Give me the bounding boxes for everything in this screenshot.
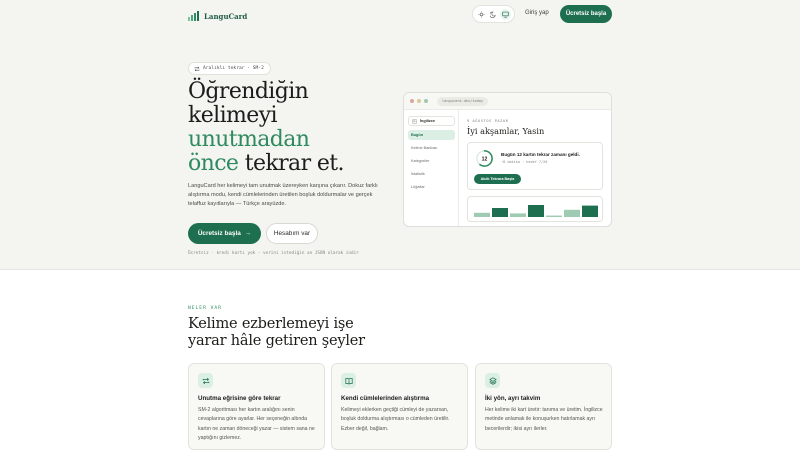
sun-icon[interactable] bbox=[476, 9, 487, 20]
hero-description: LanguCard her kelimeyi tam unutmak üzere… bbox=[188, 183, 378, 207]
brand-logo[interactable]: LanguCard bbox=[188, 9, 247, 23]
preview-menu-today: Bugün bbox=[408, 130, 455, 140]
feature-card-spaced-repetition: Unutma eğrisine göre tekrar SM-2 algorit… bbox=[188, 363, 325, 450]
repeat-icon bbox=[198, 373, 213, 388]
feature-title: Unutma eğrisine göre tekrar bbox=[198, 395, 281, 402]
deck-selector: E İngilizce bbox=[408, 116, 455, 126]
layers-icon bbox=[485, 373, 500, 388]
feature-pill: Aralıklı tekrar · SM-2 bbox=[188, 62, 271, 75]
due-progress-ring: 12 bbox=[475, 149, 494, 168]
preview-window-bar: langucard.dev/today bbox=[404, 93, 611, 110]
features-eyebrow: NELER VAR bbox=[188, 306, 222, 311]
book-icon bbox=[341, 373, 356, 388]
preview-main: 9 AĞUSTOS PAZAR İyi akşamlar, Yasin 12 B… bbox=[467, 110, 607, 226]
hero-title: Öğrendiğin kelimeyi unutmadan önce tekra… bbox=[188, 80, 418, 176]
features-title-line-2: yarar hâle getiren şeyler bbox=[188, 333, 365, 349]
hero-title-line-2: kelimeyi bbox=[188, 103, 278, 128]
preview-menu-stats: İstatistik bbox=[411, 172, 425, 176]
start-free-label: Ücretsiz başla bbox=[197, 230, 241, 237]
preview-url: langucard.dev/today bbox=[437, 96, 489, 106]
feature-card-own-sentences: Kendi cümlelerinden alıştırma Kelimeyi e… bbox=[331, 363, 468, 450]
window-dot-icon bbox=[410, 99, 414, 103]
hero-title-tail: tekrar et. bbox=[238, 151, 345, 176]
hero-title-line-4: önce bbox=[188, 151, 239, 176]
window-dot-icon bbox=[424, 99, 428, 103]
activity-bar bbox=[546, 215, 562, 217]
activity-bar bbox=[510, 213, 526, 217]
due-card-title: Bugün 12 kartın tekrar zamanı geldi. bbox=[501, 152, 580, 157]
preview-sidebar: E İngilizce Bugün Kelime Bankası Kategor… bbox=[404, 110, 459, 226]
due-card: 12 Bugün 12 kartın tekrar zamanı geldi. … bbox=[467, 142, 603, 190]
hero-title-line-1: Öğrendiğin bbox=[188, 79, 309, 104]
logo-bars-icon bbox=[188, 11, 199, 21]
brand-name: LanguCard bbox=[204, 11, 248, 21]
feature-title: İki yön, ayrı takvim bbox=[485, 395, 541, 402]
preview-greeting: İyi akşamlar, Yasin bbox=[467, 126, 545, 136]
login-link[interactable]: Giriş yap bbox=[525, 10, 549, 16]
app-preview: langucard.dev/today E İngilizce Bugün Ke… bbox=[403, 92, 612, 227]
activity-bar bbox=[474, 212, 490, 217]
preview-menu-wordbank: Kelime Bankası bbox=[411, 146, 438, 150]
due-card-subtitle: ~8 dakika · hedef 7/20 bbox=[501, 160, 548, 164]
preview-menu-categories: Kategoriler bbox=[411, 159, 430, 163]
window-dot-icon bbox=[417, 99, 421, 103]
features-title-line-1: Kelime ezberlemeyi işe bbox=[188, 316, 354, 332]
activity-minichart bbox=[467, 196, 603, 222]
start-free-button[interactable]: Ücretsiz başla → bbox=[188, 223, 261, 244]
activity-bar bbox=[492, 208, 508, 217]
deck-name: İngilizce bbox=[420, 119, 435, 123]
feature-description: SM-2 algoritması her kartın aralığını se… bbox=[198, 407, 315, 441]
repeat-icon bbox=[194, 66, 200, 71]
feature-description: Kelimeyi eklerken geçtiği cümleyi de yaz… bbox=[341, 407, 450, 432]
nav-signup-button[interactable]: Ücretsiz başla bbox=[560, 5, 612, 23]
feature-description: Her kelime iki kart üretir: tanıma ve ür… bbox=[485, 407, 603, 432]
deck-flag-icon: E bbox=[412, 118, 417, 124]
have-account-button[interactable]: Hesabım var bbox=[266, 223, 318, 244]
features-title: Kelime ezberlemeyi işe yarar hâle getire… bbox=[188, 316, 428, 350]
top-nav: LanguCard Giriş yap Ücretsiz başla bbox=[188, 5, 612, 23]
due-count: 12 bbox=[482, 156, 488, 162]
smart-review-button: Akıllı Tekrara Başla bbox=[474, 174, 521, 184]
pill-text: Aralıklı tekrar · SM-2 bbox=[203, 66, 264, 71]
activity-bar bbox=[582, 205, 598, 217]
preview-date: 9 AĞUSTOS PAZAR bbox=[467, 119, 509, 123]
hero-title-line-3: unutmadan bbox=[188, 127, 310, 152]
theme-switcher bbox=[472, 5, 515, 23]
preview-menu-dictionaries: Lüğatlar bbox=[411, 185, 425, 189]
monitor-icon[interactable] bbox=[499, 8, 511, 20]
hero-footnote: Ücretsiz · kredi kartı yok · verini iste… bbox=[188, 251, 359, 256]
moon-icon[interactable] bbox=[488, 9, 499, 20]
feature-title: Kendi cümlelerinden alıştırma bbox=[341, 395, 430, 402]
activity-bar bbox=[564, 209, 580, 217]
activity-bar bbox=[528, 205, 544, 217]
arrow-right-icon: → bbox=[244, 230, 252, 237]
feature-card-two-directions: İki yön, ayrı takvim Her kelime iki kart… bbox=[475, 363, 612, 450]
